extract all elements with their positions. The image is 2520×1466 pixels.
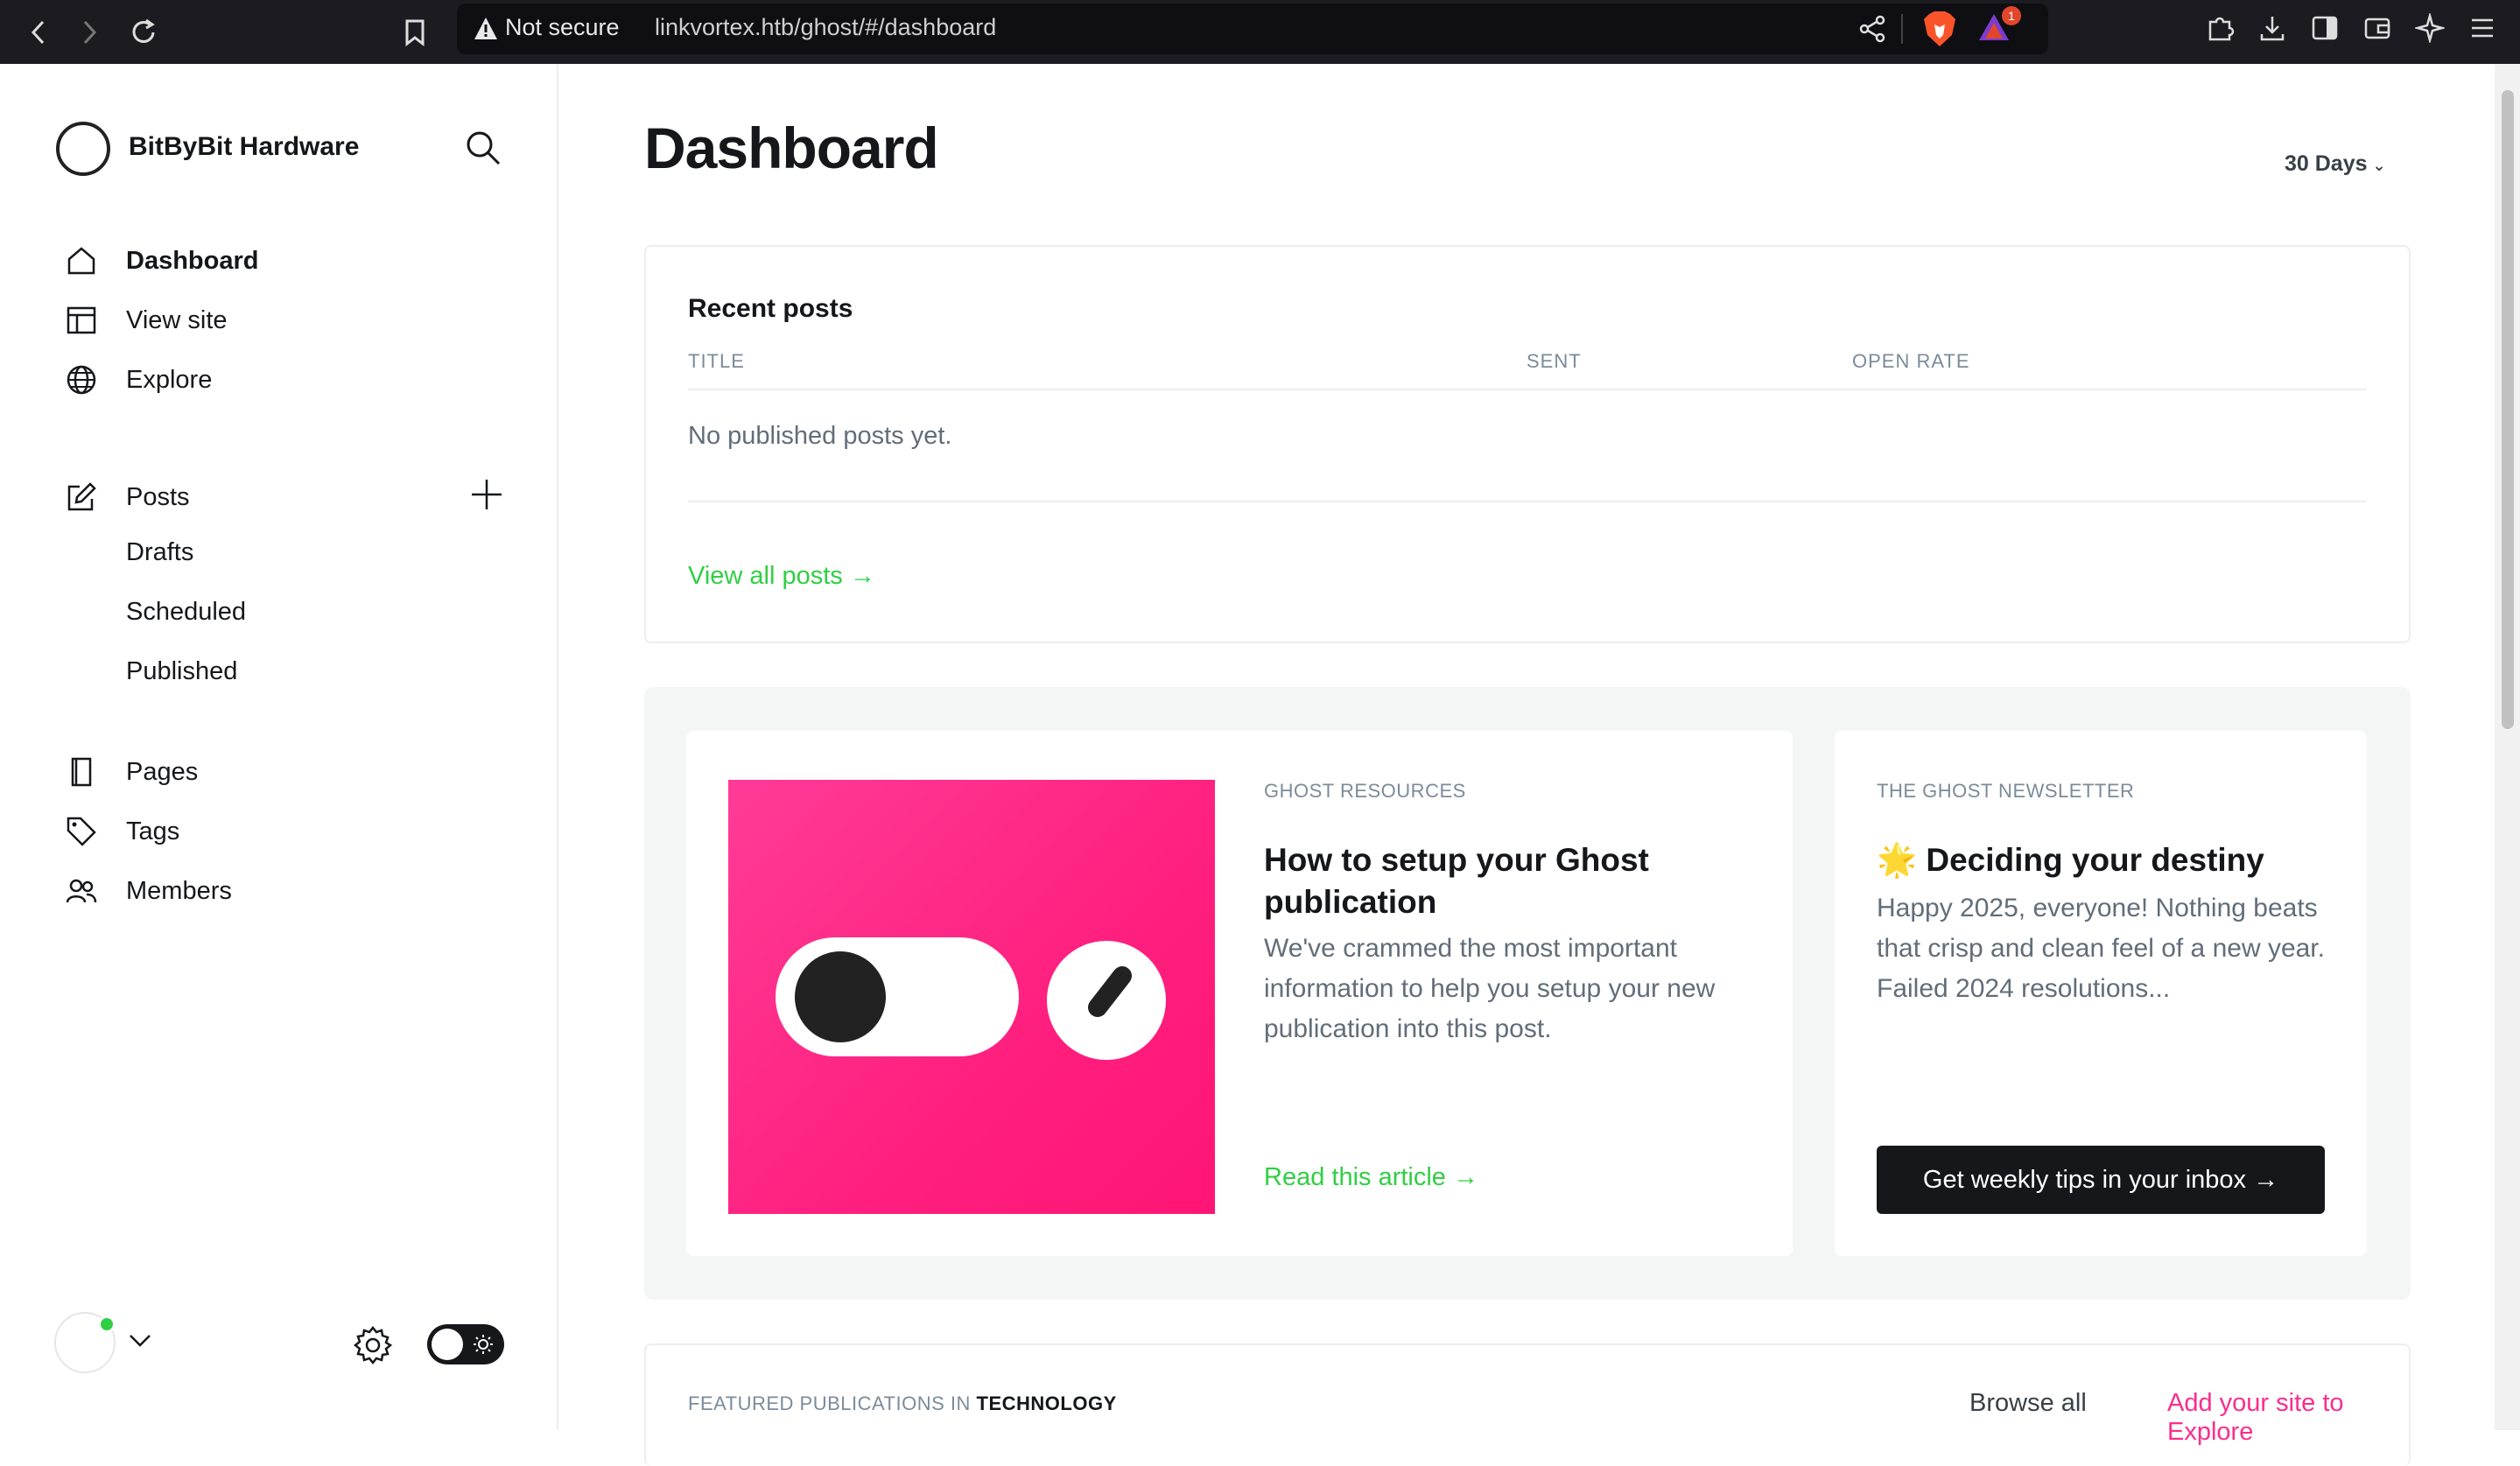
sidebar-item-drafts[interactable]: Drafts: [126, 538, 193, 567]
column-header-sent: SENT: [1527, 350, 1582, 372]
sidebar-item-label: View site: [126, 305, 228, 334]
resources-headline[interactable]: How to setup your Ghost publication: [1264, 839, 1754, 923]
featured-label-prefix: FEATURED PUBLICATIONS IN: [688, 1392, 971, 1414]
featured-publications: FEATURED PUBLICATIONS IN TECHNOLOGY Brow…: [644, 1343, 2411, 1466]
site-logo[interactable]: [56, 122, 110, 176]
sidebar-item-dashboard[interactable]: Dashboard: [61, 241, 258, 281]
globe-icon: [61, 360, 102, 400]
reload-icon[interactable]: [117, 0, 170, 64]
rewards-badge: 1: [2002, 6, 2021, 25]
featured-label: FEATURED PUBLICATIONS IN TECHNOLOGY: [688, 1392, 1117, 1415]
sidebar-item-view-site[interactable]: View site: [61, 300, 228, 340]
newsletter-eyebrow: THE GHOST NEWSLETTER: [1877, 780, 2135, 802]
ghost-resources-card[interactable]: GHOST RESOURCES How to setup your Ghost …: [686, 731, 1793, 1256]
sidebar-item-label: Posts: [126, 482, 190, 511]
gear-icon[interactable]: [352, 1324, 394, 1366]
subscribe-button[interactable]: Get weekly tips in your inbox →: [1877, 1146, 2325, 1214]
toggle-illustration: [776, 937, 1019, 1056]
search-icon[interactable]: [464, 129, 502, 167]
divider: [688, 501, 2367, 502]
sidebar-item-label: Members: [126, 876, 232, 905]
sidebar-toggle-icon[interactable]: [2307, 11, 2342, 46]
resources-eyebrow: GHOST RESOURCES: [1264, 780, 1466, 802]
newsletter-headline[interactable]: 🌟 Deciding your destiny: [1877, 839, 2332, 881]
divider: [1901, 14, 1903, 44]
sidebar-item-scheduled[interactable]: Scheduled: [126, 598, 246, 627]
tag-icon: [61, 811, 102, 852]
newsletter-card: THE GHOST NEWSLETTER 🌟 Deciding your des…: [1835, 731, 2367, 1256]
extensions-icon[interactable]: [2202, 11, 2237, 46]
dial-illustration: [1047, 941, 1166, 1060]
wallet-icon[interactable]: [2360, 11, 2395, 46]
view-all-posts-link[interactable]: View all posts →: [688, 562, 875, 591]
browser-toolbar: Not secure linkvortex.htb/ghost/#/dashbo…: [0, 0, 2520, 64]
site-title[interactable]: BitByBit Hardware: [129, 132, 359, 162]
leo-ai-icon[interactable]: [2412, 11, 2447, 46]
share-icon[interactable]: [1857, 14, 1887, 44]
sidebar-item-pages[interactable]: Pages: [61, 752, 198, 792]
add-site-link[interactable]: Add your site to Explore: [2167, 1389, 2409, 1447]
layout-icon: [61, 300, 102, 340]
back-icon[interactable]: [12, 0, 65, 64]
add-post-icon[interactable]: [469, 477, 504, 512]
divider: [688, 389, 2367, 390]
brave-shield-icon[interactable]: [1922, 11, 1957, 47]
online-status-dot: [98, 1315, 116, 1333]
members-icon: [61, 871, 102, 911]
sidebar-item-explore[interactable]: Explore: [61, 360, 212, 400]
newsletter-body: Happy 2025, everyone! Nothing beats that…: [1877, 894, 2325, 1003]
page-icon: [61, 752, 102, 792]
recent-posts-title: Recent posts: [688, 294, 853, 323]
scrollbar[interactable]: [2495, 64, 2520, 1430]
featured-topic: TECHNOLOGY: [976, 1392, 1117, 1414]
sidebar-item-posts[interactable]: Posts: [61, 477, 190, 517]
sidebar-item-members[interactable]: Members: [61, 871, 232, 911]
read-article-link[interactable]: Read this article →: [1264, 1163, 1478, 1192]
sidebar: BitByBit Hardware Dashboard View site Ex…: [0, 64, 558, 1430]
sidebar-item-label: Dashboard: [126, 246, 259, 275]
column-header-open-rate: OPEN RATE: [1852, 350, 1970, 372]
sidebar-item-published[interactable]: Published: [126, 657, 237, 686]
sidebar-item-label: Pages: [126, 757, 199, 786]
chevron-down-icon[interactable]: [128, 1333, 152, 1349]
browse-all-link[interactable]: Browse all: [1969, 1389, 2087, 1418]
sun-icon: [474, 1335, 493, 1354]
download-icon[interactable]: [2255, 11, 2290, 46]
security-label[interactable]: Not secure: [505, 14, 620, 41]
bookmark-icon[interactable]: [389, 0, 441, 64]
warning-icon: [474, 18, 497, 39]
main-content: Dashboard 30 Days ⌄ Recent posts TITLE SE…: [560, 64, 2495, 1466]
address-bar[interactable]: Not secure linkvortex.htb/ghost/#/dashbo…: [457, 4, 2048, 54]
forward-icon[interactable]: [63, 0, 116, 64]
sidebar-item-label: Tags: [126, 817, 180, 845]
sidebar-item-label: Explore: [126, 365, 213, 394]
column-header-title: TITLE: [688, 350, 745, 372]
scrollbar-thumb[interactable]: [2502, 90, 2514, 729]
chevron-down-icon: ⌄: [2372, 157, 2386, 174]
empty-state-text: No published posts yet.: [688, 422, 952, 450]
sidebar-item-tags[interactable]: Tags: [61, 811, 179, 852]
article-image: [728, 780, 1215, 1214]
resources-body: We've crammed the most important informa…: [1264, 934, 1716, 1043]
date-range-select[interactable]: 30 Days ⌄: [2285, 151, 2386, 177]
url-text[interactable]: linkvortex.htb/ghost/#/dashboard: [655, 14, 996, 41]
toggle-knob: [432, 1329, 463, 1360]
menu-icon[interactable]: [2465, 11, 2500, 46]
page-title: Dashboard: [644, 116, 939, 180]
resources-panel: GHOST RESOURCES How to setup your Ghost …: [644, 687, 2411, 1300]
recent-posts-card: Recent posts TITLE SENT OPEN RATE No pub…: [644, 245, 2411, 643]
edit-icon: [61, 477, 102, 517]
theme-toggle[interactable]: [427, 1324, 504, 1364]
home-icon: [61, 241, 102, 281]
range-value: 30 Days: [2285, 151, 2368, 176]
